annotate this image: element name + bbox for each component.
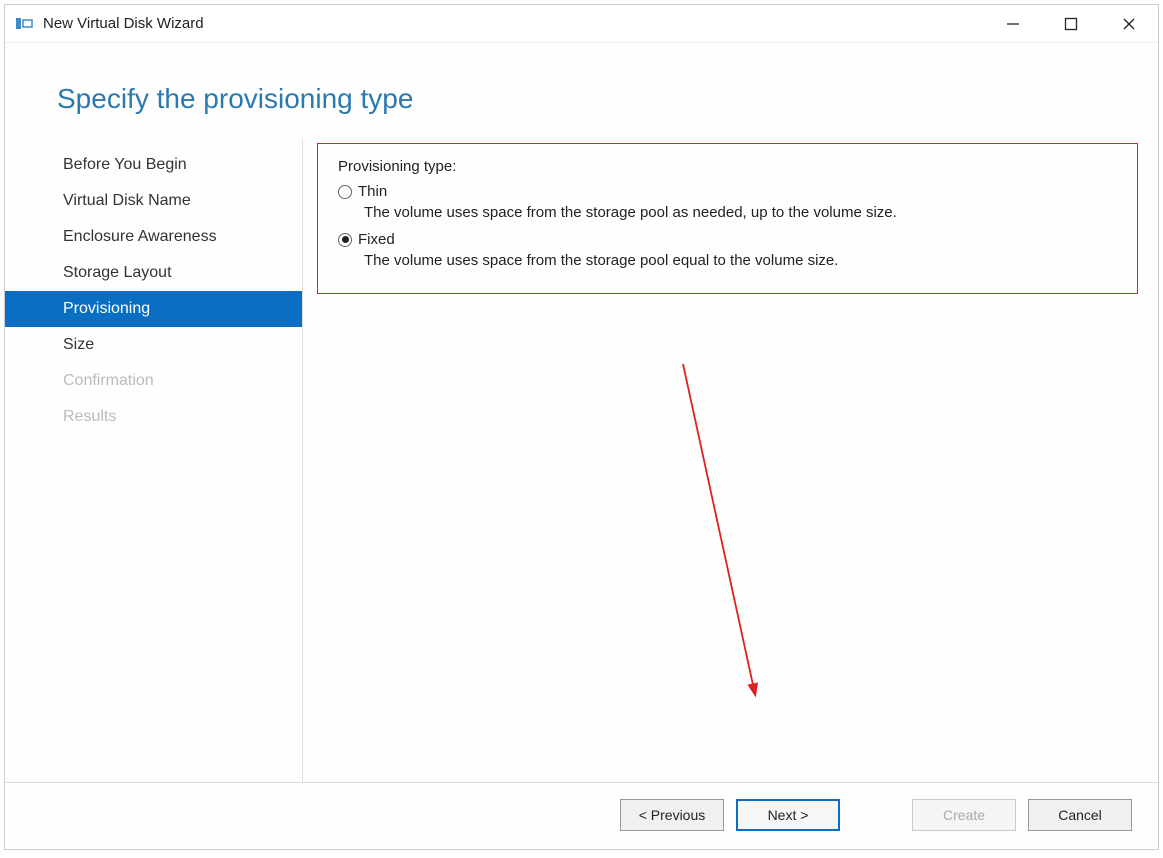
step-label: Provisioning: [63, 300, 150, 318]
title-bar: New Virtual Disk Wizard: [5, 5, 1158, 43]
window-title: New Virtual Disk Wizard: [43, 15, 984, 32]
radio-icon: [338, 185, 352, 199]
step-before-you-begin[interactable]: Before You Begin: [5, 147, 302, 183]
step-label: Results: [63, 408, 116, 426]
step-label: Enclosure Awareness: [63, 228, 217, 246]
step-confirmation: Confirmation: [5, 363, 302, 399]
wizard-steps-sidebar: Before You Begin Virtual Disk Name Enclo…: [5, 139, 303, 782]
step-label: Size: [63, 336, 94, 354]
radio-label: Fixed: [358, 231, 395, 248]
step-label: Virtual Disk Name: [63, 192, 191, 210]
step-enclosure-awareness[interactable]: Enclosure Awareness: [5, 219, 302, 255]
main-pane: Provisioning type: Thin The volume uses …: [303, 139, 1158, 782]
radio-label: Thin: [358, 183, 387, 200]
minimize-button[interactable]: [984, 5, 1042, 42]
cancel-button[interactable]: Cancel: [1028, 799, 1132, 831]
main-row: Before You Begin Virtual Disk Name Enclo…: [5, 139, 1158, 782]
step-label: Storage Layout: [63, 264, 172, 282]
radio-fixed[interactable]: Fixed: [338, 231, 1125, 248]
radio-fixed-description: The volume uses space from the storage p…: [364, 252, 1125, 269]
step-provisioning[interactable]: Provisioning: [5, 291, 302, 327]
maximize-button[interactable]: [1042, 5, 1100, 42]
previous-button[interactable]: < Previous: [620, 799, 724, 831]
window-controls: [984, 5, 1158, 42]
step-label: Confirmation: [63, 372, 154, 390]
step-storage-layout[interactable]: Storage Layout: [5, 255, 302, 291]
step-label: Before You Begin: [63, 156, 187, 174]
content-area: Specify the provisioning type Before You…: [5, 43, 1158, 849]
next-button[interactable]: Next >: [736, 799, 840, 831]
wizard-window: New Virtual Disk Wizard Specify the prov…: [4, 4, 1159, 850]
step-virtual-disk-name[interactable]: Virtual Disk Name: [5, 183, 302, 219]
button-gap: [852, 799, 900, 831]
annotation-highlight: Provisioning type: Thin The volume uses …: [317, 143, 1138, 294]
app-icon: [15, 15, 33, 33]
radio-icon: [338, 233, 352, 247]
page-heading: Specify the provisioning type: [5, 43, 1158, 139]
radio-thin[interactable]: Thin: [338, 183, 1125, 200]
create-button: Create: [912, 799, 1016, 831]
step-size[interactable]: Size: [5, 327, 302, 363]
wizard-footer: < Previous Next > Create Cancel: [5, 782, 1158, 849]
close-button[interactable]: [1100, 5, 1158, 42]
provisioning-type-label: Provisioning type:: [338, 158, 1125, 175]
radio-thin-description: The volume uses space from the storage p…: [364, 204, 1125, 221]
step-results: Results: [5, 399, 302, 435]
